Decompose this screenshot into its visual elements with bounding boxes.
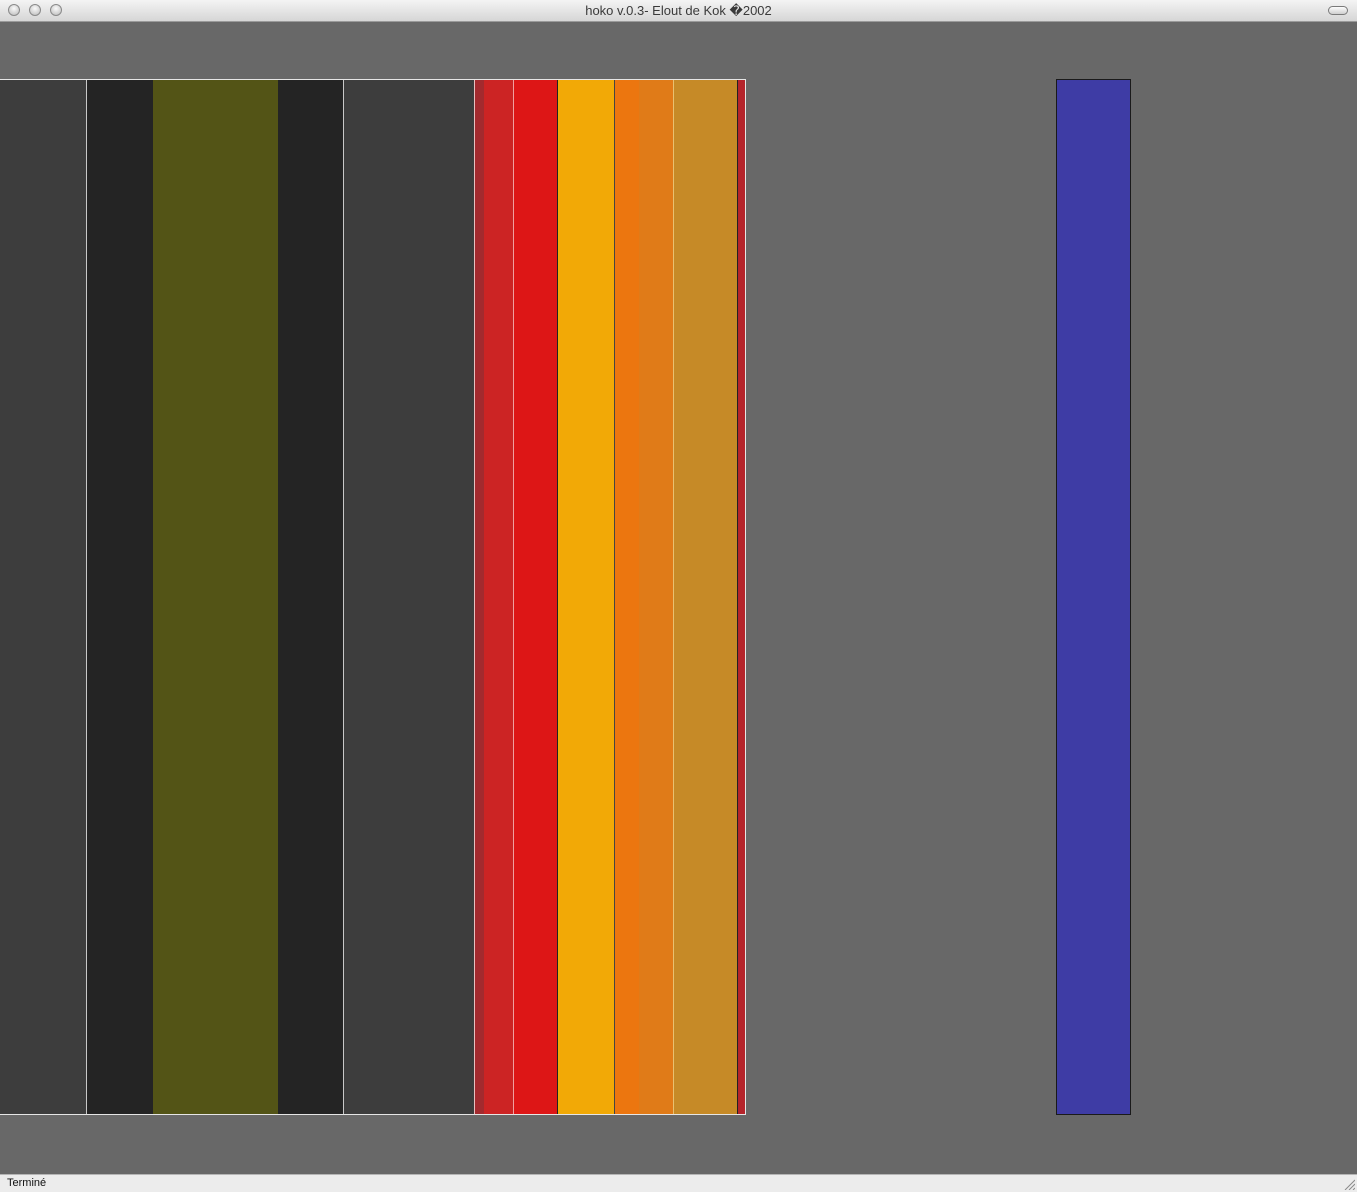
resize-grip-icon[interactable] (1343, 1178, 1355, 1190)
title-bar[interactable]: hoko v.0.3- Elout de Kok �2002 (0, 0, 1357, 22)
stripe-blue (1056, 79, 1131, 1115)
stripe-near-black (278, 79, 343, 1115)
app-window: hoko v.0.3- Elout de Kok �2002 Terminé (0, 0, 1357, 1192)
stripe-olive (153, 79, 278, 1115)
stripe-crimson (737, 79, 746, 1115)
stripe-dark-orange (639, 79, 673, 1115)
canvas-area[interactable] (0, 22, 1357, 1174)
stripe-thin-red (474, 79, 484, 1115)
status-bar: Terminé (0, 1174, 1357, 1192)
stripe-red (484, 79, 513, 1115)
status-text: Terminé (7, 1177, 47, 1189)
stripe-dark-gray (343, 79, 474, 1115)
stripe-near-black (86, 79, 153, 1115)
window-title: hoko v.0.3- Elout de Kok �2002 (585, 3, 772, 18)
stripe-amber (557, 79, 614, 1115)
stripe-orange (614, 79, 639, 1115)
toolbar-toggle-button[interactable] (1328, 6, 1348, 15)
stripe-dark-gray (0, 79, 86, 1115)
stripe-ochre (673, 79, 737, 1115)
stripe-bright-red (513, 79, 557, 1115)
